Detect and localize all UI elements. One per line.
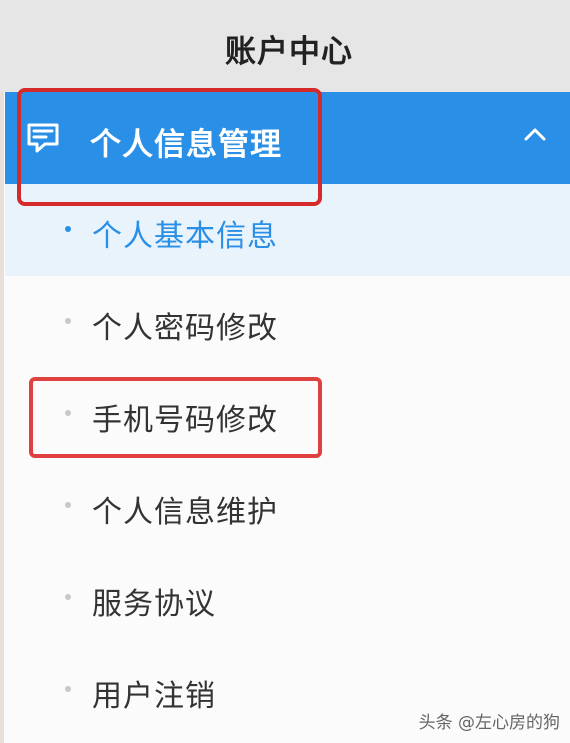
page-header: 账户中心 [0, 0, 570, 92]
left-edge-strip [0, 92, 4, 743]
menu-item-phone-change[interactable]: 手机号码修改 [5, 368, 570, 460]
bullet-dot [65, 594, 71, 600]
chevron-up-icon[interactable] [523, 126, 547, 142]
menu-item-label: 服务协议 [92, 587, 216, 622]
section-label: 个人信息管理 [90, 127, 282, 163]
bullet-dot [65, 410, 71, 416]
watermark-text: 头条 @左心房的狗 [418, 713, 560, 733]
menu-item-label: 用户注销 [92, 679, 216, 714]
page-title: 账户中心 [225, 34, 353, 70]
message-list-icon [25, 120, 61, 156]
menu-item-password-change[interactable]: 个人密码修改 [5, 276, 570, 368]
menu-item-label: 个人密码修改 [92, 311, 278, 346]
menu-item-info-maintenance[interactable]: 个人信息维护 [5, 460, 570, 552]
menu-item-service-agreement[interactable]: 服务协议 [5, 552, 570, 644]
bullet-dot [65, 318, 71, 324]
section-header-personal-info[interactable]: 个人信息管理 [5, 92, 570, 184]
menu-item-label: 个人基本信息 [92, 219, 278, 254]
bullet-dot [65, 502, 71, 508]
bullet-dot [65, 226, 71, 232]
menu-item-label: 手机号码修改 [92, 403, 278, 438]
menu-item-label: 个人信息维护 [92, 495, 278, 530]
bullet-dot [65, 686, 71, 692]
menu-item-basic-info[interactable]: 个人基本信息 [5, 184, 570, 276]
account-center-panel: 账户中心 个人信息管理 个人基本信息 个人密码修改 手机号码修改 个人信息维护 … [0, 0, 570, 743]
